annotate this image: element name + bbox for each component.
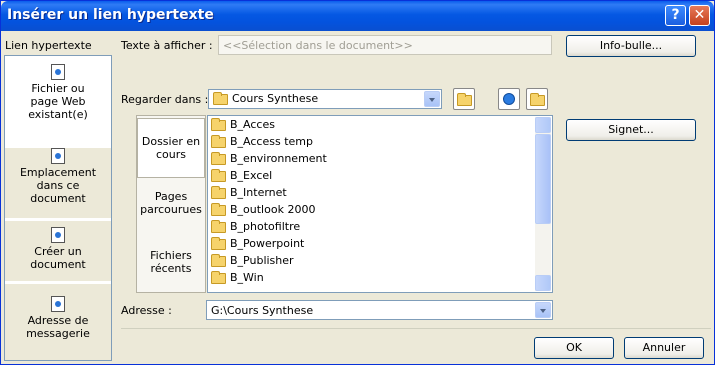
folder-icon xyxy=(211,117,226,131)
folder-icon xyxy=(211,236,226,250)
folder-icon xyxy=(211,202,226,216)
list-item-label: B_Acces xyxy=(230,118,275,131)
hyperlink-dialog: Insérer un lien hypertexte ? ✕ Lien hype… xyxy=(0,0,715,365)
side-item-label: messagerie xyxy=(26,327,90,340)
title-bar: Insérer un lien hypertexte ? ✕ xyxy=(1,1,714,31)
chevron-down-icon[interactable] xyxy=(424,91,440,107)
link-existing-file[interactable]: Fichier ou page Web existant(e) xyxy=(5,64,111,144)
divider xyxy=(121,328,711,329)
scroll-up-icon[interactable] xyxy=(535,117,551,133)
side-item-label: existant(e) xyxy=(28,108,88,121)
file-list-scrollbar[interactable] xyxy=(535,117,551,291)
cancel-button[interactable]: Annuler xyxy=(624,337,704,359)
folder-icon xyxy=(211,185,226,199)
link-create-new-document[interactable]: Créer un document xyxy=(5,221,111,281)
side-item-label: page Web xyxy=(30,95,86,108)
link-email-address[interactable]: Adresse de messagerie xyxy=(5,284,111,360)
list-item[interactable]: B_Excel xyxy=(211,168,272,184)
link-place-in-document[interactable]: Emplacement dans ce document xyxy=(5,148,111,218)
file-list[interactable]: B_Acces B_Access temp B_environnement B_… xyxy=(207,115,553,293)
display-text-label: Texte à afficher : xyxy=(121,39,213,52)
address-label: Adresse : xyxy=(121,304,172,317)
address-value: G:\Cours Synthese xyxy=(211,304,314,317)
nav-browsed-pages[interactable]: Pages parcourues xyxy=(137,190,205,230)
look-in-value-wrap: Cours Synthese xyxy=(213,91,319,105)
list-item-label: B_Powerpoint xyxy=(230,237,305,250)
scroll-down-icon[interactable] xyxy=(535,275,551,291)
list-item-label: B_Internet xyxy=(230,186,287,199)
scrollbar-thumb[interactable] xyxy=(535,134,551,224)
display-text-value: <<Sélection dans le document>> xyxy=(223,39,413,52)
dialog-title: Insérer un lien hypertexte xyxy=(7,7,214,23)
globe-icon xyxy=(503,93,515,105)
folder-icon xyxy=(213,91,228,105)
list-item[interactable]: B_Powerpoint xyxy=(211,236,304,252)
display-text-field[interactable]: <<Sélection dans le document>> xyxy=(218,35,552,55)
browse-file-icon[interactable] xyxy=(526,88,548,110)
place-in-doc-icon xyxy=(51,148,65,164)
bookmark-button[interactable]: Signet... xyxy=(566,119,696,141)
folder-icon xyxy=(211,168,226,182)
list-item[interactable]: B_outlook 2000 xyxy=(211,202,315,218)
screentip-button[interactable]: Info-bulle... xyxy=(566,35,696,57)
list-item[interactable]: B_Access temp xyxy=(211,134,313,150)
browse-web-icon[interactable] xyxy=(498,88,520,110)
nav-label: parcourues xyxy=(140,203,202,216)
look-in-value: Cours Synthese xyxy=(232,92,319,105)
side-item-label: Emplacement xyxy=(19,166,97,179)
list-item-label: B_photofiltre xyxy=(230,220,301,233)
nav-label: Fichiers xyxy=(150,249,192,262)
list-item-label: B_outlook 2000 xyxy=(230,203,316,216)
web-page-icon xyxy=(51,64,65,80)
email-icon xyxy=(51,296,65,312)
list-item[interactable]: B_Acces xyxy=(211,117,275,133)
up-one-level-icon[interactable] xyxy=(453,88,475,110)
link-to-label: Lien hypertexte xyxy=(5,39,92,52)
side-item-label: Créer un xyxy=(34,245,82,258)
help-button[interactable]: ? xyxy=(665,5,686,26)
folder-icon xyxy=(211,253,226,267)
side-item-label: dans ce xyxy=(36,179,80,192)
folder-icon xyxy=(211,134,226,148)
list-item-label: B_Win xyxy=(230,271,264,284)
list-item-label: B_environnement xyxy=(230,152,327,165)
address-combo[interactable]: G:\Cours Synthese xyxy=(206,300,553,320)
nav-label: cours xyxy=(155,148,186,161)
folder-icon xyxy=(211,219,226,233)
nav-recent-files[interactable]: Fichiers récents xyxy=(137,249,205,289)
link-to-panel: Fichier ou page Web existant(e) Emplacem… xyxy=(4,55,112,361)
side-item-label: document xyxy=(30,192,86,205)
list-item-label: B_Publisher xyxy=(230,254,294,267)
list-item-label: B_Excel xyxy=(230,169,273,182)
browse-nav: Dossier en cours Pages parcourues Fichie… xyxy=(136,115,206,293)
look-in-combo[interactable]: Cours Synthese xyxy=(208,89,442,109)
list-item[interactable]: B_Win xyxy=(211,270,264,286)
side-item-label: Fichier ou xyxy=(31,82,85,95)
open-folder-icon xyxy=(530,93,545,106)
look-in-label: Regarder dans : xyxy=(121,93,209,106)
chevron-down-icon[interactable] xyxy=(535,302,551,318)
new-doc-icon xyxy=(51,227,65,243)
list-item[interactable]: B_Publisher xyxy=(211,253,294,269)
side-item-label: Adresse de xyxy=(27,314,89,327)
folder-up-icon xyxy=(457,93,472,106)
ok-button[interactable]: OK xyxy=(534,337,614,359)
nav-label: Dossier en xyxy=(141,135,201,148)
close-button[interactable]: ✕ xyxy=(689,5,710,26)
list-item-label: B_Access temp xyxy=(230,135,313,148)
nav-label: récents xyxy=(150,262,192,275)
side-item-label: document xyxy=(30,258,86,271)
list-item[interactable]: B_Internet xyxy=(211,185,287,201)
folder-icon xyxy=(211,270,226,284)
nav-label: Pages xyxy=(154,190,188,203)
nav-current-folder[interactable]: Dossier en cours xyxy=(137,118,205,178)
folder-icon xyxy=(211,151,226,165)
list-item[interactable]: B_environnement xyxy=(211,151,327,167)
list-item[interactable]: B_photofiltre xyxy=(211,219,300,235)
